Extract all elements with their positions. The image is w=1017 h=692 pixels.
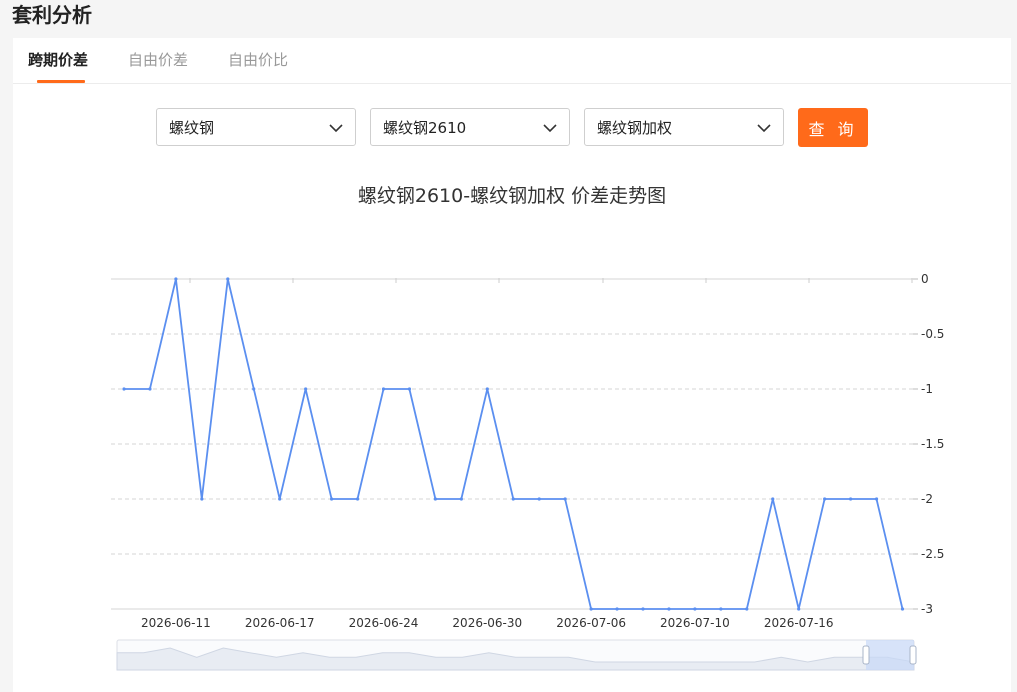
data-point	[148, 387, 152, 391]
data-point	[252, 387, 256, 391]
data-point	[355, 497, 360, 501]
y-tick-label: -2.5	[921, 547, 944, 561]
x-tick-label: 2026-07-16	[764, 616, 834, 630]
data-point	[563, 497, 567, 501]
data-point	[459, 497, 463, 501]
data-point	[174, 277, 178, 281]
data-point	[641, 607, 645, 611]
data-point	[226, 277, 230, 281]
data-point	[330, 497, 334, 501]
x-tick-label: 2026-06-30	[452, 616, 522, 630]
y-tick-label: -1	[921, 382, 933, 396]
analysis-card: 跨期价差 自由价差 自由价比 螺纹钢 螺纹钢2610 螺纹钢加权 查 询 螺纹钢…	[13, 38, 1011, 692]
y-tick-label: -0.5	[921, 327, 944, 341]
y-tick-label: 0	[921, 272, 929, 286]
x-tick-label: 2026-07-06	[556, 616, 626, 630]
data-point	[615, 607, 619, 611]
data-point	[122, 387, 126, 391]
data-point	[797, 607, 801, 611]
data-point	[537, 497, 541, 501]
data-point	[849, 497, 853, 501]
data-point	[304, 387, 308, 391]
zoom-slider-handle-left[interactable]	[862, 645, 870, 665]
data-point	[407, 387, 412, 391]
x-tick-label: 2026-07-10	[660, 616, 730, 630]
data-point	[874, 497, 879, 501]
zoom-slider-window[interactable]	[866, 640, 914, 670]
y-tick-label: -1.5	[921, 437, 944, 451]
data-point	[381, 387, 386, 391]
data-point	[278, 497, 282, 501]
x-tick-label: 2026-06-11	[141, 616, 211, 630]
data-point	[433, 497, 437, 501]
y-tick-label: -3	[921, 602, 933, 616]
data-point	[719, 607, 723, 611]
data-point	[693, 607, 697, 611]
data-point	[823, 497, 827, 501]
data-point	[771, 497, 775, 501]
data-point	[511, 497, 515, 501]
page-title: 套利分析	[12, 3, 92, 27]
y-tick-label: -2	[921, 492, 933, 506]
data-point	[200, 497, 204, 501]
spread-chart: 0 -0.5 -1 -1.5 -2 -2.5 -3 2026-06-11 2026-06-17 2…	[111, 272, 944, 671]
data-point	[589, 607, 593, 611]
data-point	[485, 387, 489, 391]
data-point	[900, 607, 905, 611]
x-tick-label: 2026-06-24	[349, 616, 419, 630]
data-point	[745, 607, 749, 611]
x-tick-label: 2026-06-17	[245, 616, 315, 630]
zoom-slider-handle-right[interactable]	[909, 645, 917, 665]
data-point	[667, 607, 671, 611]
